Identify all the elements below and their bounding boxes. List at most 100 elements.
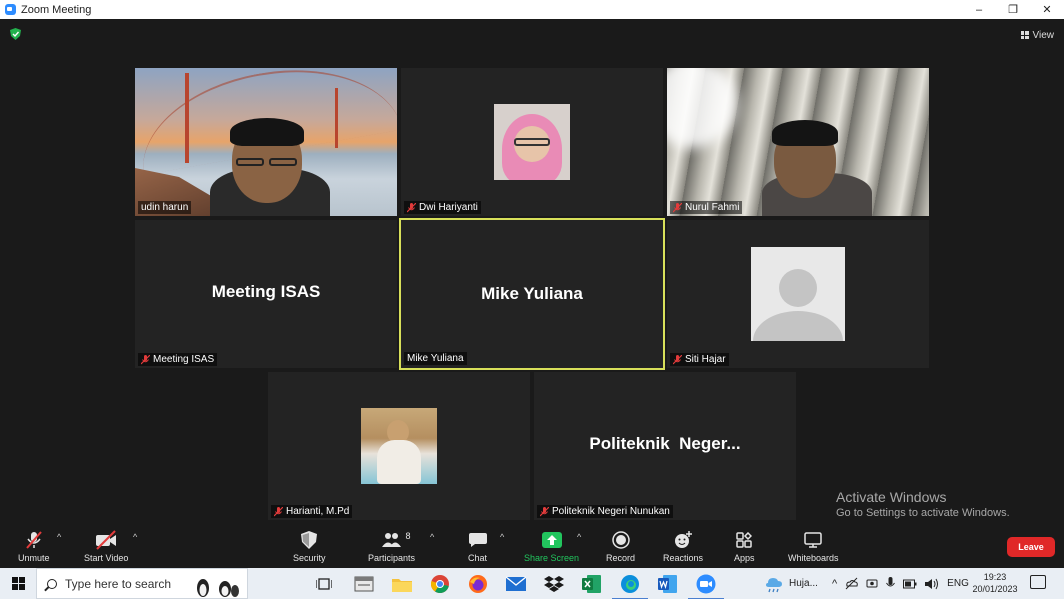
- participant-name: Meeting ISAS: [153, 354, 215, 365]
- smiley-plus-icon: [675, 531, 693, 548]
- participant-tile-udin-harun[interactable]: udin harun: [135, 68, 397, 216]
- unmute-label: Unmute: [18, 553, 50, 563]
- participant-name-tag: Dwi Hariyanti: [404, 201, 481, 214]
- bridge-tower: [185, 73, 189, 163]
- person-hair: [230, 118, 304, 146]
- start-button[interactable]: [0, 568, 36, 599]
- participant-name-tag: Harianti, M.Pd: [271, 505, 353, 518]
- share-screen-label: Share Screen: [524, 553, 580, 563]
- chrome-icon[interactable]: [428, 572, 452, 596]
- zoom-taskbar-icon[interactable]: [688, 572, 724, 599]
- battery-icon[interactable]: [903, 579, 917, 589]
- view-button-label: View: [1032, 29, 1055, 41]
- window-light: [667, 68, 737, 148]
- start-video-label: Start Video: [84, 553, 129, 563]
- whiteboard-icon: [804, 532, 823, 548]
- mic-muted-icon: [407, 202, 416, 212]
- file-explorer-icon[interactable]: [390, 572, 414, 596]
- profile-photo: [494, 104, 570, 180]
- participant-name-tag: Siti Hajar: [670, 353, 729, 366]
- participant-name: Politeknik Negeri Nunukan: [552, 506, 670, 517]
- share-screen-arrow-icon: [541, 532, 562, 548]
- participant-name: udin harun: [141, 202, 189, 213]
- audio-options-caret-icon[interactable]: ^: [57, 532, 61, 542]
- notification-center-icon[interactable]: [1030, 575, 1046, 589]
- restore-button[interactable]: ❐: [996, 0, 1030, 19]
- apps-icon: [736, 532, 753, 548]
- security-button[interactable]: Security: [293, 529, 326, 563]
- taskbar-search[interactable]: Type here to search: [36, 568, 248, 599]
- record-label: Record: [606, 553, 636, 563]
- record-icon: [611, 531, 630, 549]
- show-hidden-icons-chevron-icon[interactable]: ^: [832, 578, 837, 590]
- word-icon[interactable]: [656, 572, 680, 596]
- participant-tile-siti-hajar[interactable]: Siti Hajar: [667, 220, 929, 368]
- record-button[interactable]: Record: [606, 529, 635, 563]
- chat-label: Chat: [468, 553, 488, 563]
- participant-name-tag: Meeting ISAS: [138, 353, 218, 366]
- camera-privacy-icon[interactable]: [866, 577, 878, 590]
- security-shield-icon: [301, 531, 318, 549]
- participant-tile-mike-yuliana[interactable]: Mike Yuliana Mike Yuliana: [399, 218, 665, 370]
- glasses: [269, 158, 297, 166]
- participants-options-caret-icon[interactable]: ^: [430, 532, 434, 542]
- taskbar-clock[interactable]: 19:23 20/01/2023: [968, 571, 1022, 595]
- profile-photo: [361, 408, 437, 484]
- clock-time: 19:23: [983, 572, 1007, 582]
- bridge-tower: [335, 88, 338, 148]
- person-body: [377, 440, 421, 484]
- window-controls: – ❐ ✕: [962, 0, 1064, 19]
- video-options-caret-icon[interactable]: ^: [133, 532, 137, 542]
- chat-options-caret-icon[interactable]: ^: [500, 532, 504, 542]
- dropbox-icon[interactable]: [542, 572, 566, 596]
- view-button[interactable]: View: [1020, 27, 1055, 43]
- participant-tile-dwi-hariyanti[interactable]: Dwi Hariyanti: [401, 68, 663, 216]
- participant-display-name: Meeting ISAS: [211, 282, 321, 301]
- reactions-button[interactable]: Reactions: [663, 529, 703, 563]
- watermark-title: Activate Windows: [836, 489, 947, 505]
- task-view-icon[interactable]: [312, 572, 336, 596]
- apps-button[interactable]: Apps: [734, 529, 755, 563]
- start-video-button[interactable]: Start Video: [84, 529, 128, 563]
- clock-date: 20/01/2023: [972, 584, 1018, 594]
- input-language[interactable]: ENG: [947, 578, 969, 589]
- close-button[interactable]: ✕: [1030, 0, 1064, 19]
- participants-button[interactable]: 8 Participants: [368, 529, 415, 563]
- speaker-volume-icon[interactable]: [925, 578, 939, 590]
- app-window-icon[interactable]: [352, 572, 376, 596]
- share-screen-button[interactable]: Share Screen: [524, 529, 579, 563]
- participant-name-tag: Mike Yuliana: [404, 352, 467, 365]
- window-title: Zoom Meeting: [21, 3, 92, 16]
- weather-widget[interactable]: Huja...: [764, 568, 818, 599]
- chat-button[interactable]: Chat: [468, 529, 487, 563]
- mic-muted-icon: [141, 354, 150, 364]
- participant-tile-meeting-isas[interactable]: Meeting ISAS Meeting ISAS: [135, 220, 397, 368]
- weather-text: Huja...: [789, 578, 818, 589]
- share-options-caret-icon[interactable]: ^: [577, 532, 581, 542]
- participant-tile-politeknik[interactable]: Politeknik Neger... Politeknik Negeri Nu…: [534, 372, 796, 520]
- apps-label: Apps: [734, 553, 755, 563]
- participant-name: Dwi Hariyanti: [419, 202, 478, 213]
- whiteboards-button[interactable]: Whiteboards: [788, 529, 839, 563]
- leave-button[interactable]: Leave: [1007, 537, 1055, 557]
- edge-icon[interactable]: [612, 572, 648, 599]
- minimize-button[interactable]: –: [962, 0, 996, 19]
- unmute-button[interactable]: Unmute: [18, 529, 50, 563]
- search-placeholder: Type here to search: [65, 576, 172, 591]
- participants-label: Participants: [368, 553, 416, 563]
- participant-display-name: Politeknik Neger...: [589, 434, 741, 453]
- excel-icon[interactable]: [580, 572, 604, 596]
- firefox-icon[interactable]: [466, 572, 490, 596]
- reactions-label: Reactions: [663, 553, 704, 563]
- encryption-shield-icon[interactable]: [10, 28, 21, 40]
- video-off-icon: [96, 530, 117, 550]
- microphone-in-use-icon[interactable]: [886, 577, 896, 590]
- mail-icon[interactable]: [504, 572, 528, 596]
- participant-name: Nurul Fahmi: [685, 202, 740, 213]
- avatar-body-icon: [753, 311, 843, 341]
- onedrive-offline-icon[interactable]: [845, 577, 858, 590]
- participant-tile-harianti[interactable]: Harianti, M.Pd: [268, 372, 530, 520]
- search-icon: [47, 578, 57, 589]
- participant-tile-nurul-fahmi[interactable]: Nurul Fahmi: [667, 68, 929, 216]
- penguins-search-highlight-icon: [197, 579, 239, 597]
